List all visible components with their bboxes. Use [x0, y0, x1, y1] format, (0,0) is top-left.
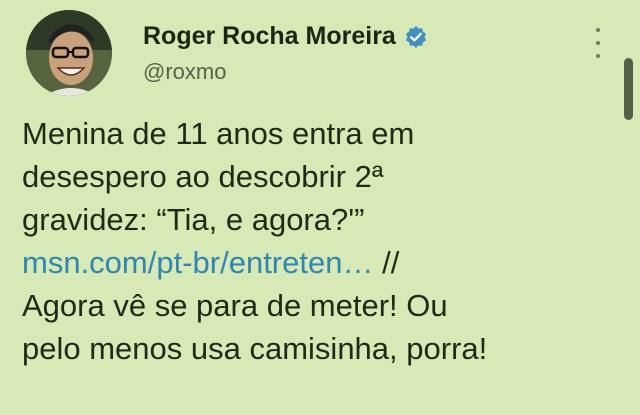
tweet-text: Menina de 11 anos entra em desespero ao … — [22, 112, 622, 370]
tweet-text-line: desespero ao descobrir 2ª — [22, 159, 384, 194]
tweet-text-line: gravidez: “Tia, e agora?'” — [22, 202, 365, 237]
tweet-text-line: pelo menos usa camisinha, porra! — [22, 331, 488, 366]
tweet-card: Roger Rocha Moreira @roxmo Menina de 11 … — [0, 0, 640, 415]
name-row: Roger Rocha Moreira — [143, 22, 428, 51]
tweet-text-line: Agora vê se para de meter! Ou — [22, 288, 448, 323]
scrollbar[interactable] — [624, 58, 633, 120]
handle[interactable]: @roxmo — [143, 59, 428, 85]
link-suffix: // — [373, 245, 400, 280]
tweet-text-line: Menina de 11 anos entra em — [22, 116, 415, 151]
display-name[interactable]: Roger Rocha Moreira — [143, 22, 396, 51]
tweet-link[interactable]: msn.com/pt-br/entreten… — [22, 245, 373, 280]
tweet-header: Roger Rocha Moreira @roxmo — [143, 22, 428, 85]
more-options-icon[interactable] — [586, 28, 610, 58]
dot — [596, 54, 600, 58]
link-line: msn.com/pt-br/entreten… // — [22, 241, 622, 284]
verified-badge-icon — [404, 25, 428, 49]
dot — [596, 41, 600, 45]
avatar[interactable] — [26, 10, 112, 96]
dot — [596, 28, 600, 32]
